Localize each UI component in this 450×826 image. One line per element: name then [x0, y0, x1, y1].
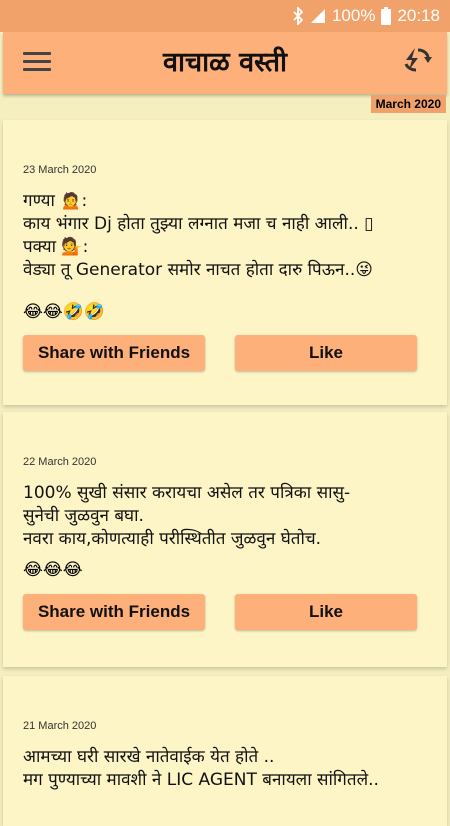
app-bar: वाचाळ वस्ती: [3, 32, 447, 94]
post-card: 21 March 2020 आमच्या घरी सारखे नातेवाईक …: [3, 676, 447, 826]
month-tag: March 2020: [370, 95, 446, 113]
post-date: 23 March 2020: [23, 164, 97, 176]
status-bar: 100% 20:18: [0, 0, 450, 32]
sync-icon: [404, 48, 432, 72]
post-date: 21 March 2020: [23, 720, 97, 732]
post-date: 22 March 2020: [23, 456, 97, 468]
clock: 20:18: [397, 6, 440, 25]
bluetooth-icon: [292, 7, 304, 25]
post-text: गण्या 🙍: काय भंगार Dj होता तुझ्या लग्नात…: [23, 191, 374, 280]
like-button[interactable]: Like: [235, 594, 417, 630]
battery-icon: [381, 7, 392, 25]
share-button[interactable]: Share with Friends: [23, 594, 205, 630]
post-text: आमच्या घरी सारखे नातेवाईक येत होते .. मग…: [23, 747, 379, 790]
battery-percent: 100%: [331, 6, 376, 25]
like-button[interactable]: Like: [235, 335, 417, 371]
share-button[interactable]: Share with Friends: [23, 335, 205, 371]
signal-icon: [310, 8, 326, 24]
post-emojis: 😂😂🤣🤣: [23, 302, 106, 322]
sync-button[interactable]: [401, 44, 433, 76]
post-card: 22 March 2020 100% सुखी संसार करायचा असे…: [3, 412, 447, 667]
post-emojis: 😂😂😂: [23, 560, 83, 580]
app-title: वाचाळ वस्ती: [163, 47, 287, 78]
post-card: 23 March 2020 गण्या 🙍: काय भंगार Dj होता…: [3, 120, 447, 405]
post-text: 100% सुखी संसार करायचा असेल तर पत्रिका स…: [23, 483, 351, 549]
